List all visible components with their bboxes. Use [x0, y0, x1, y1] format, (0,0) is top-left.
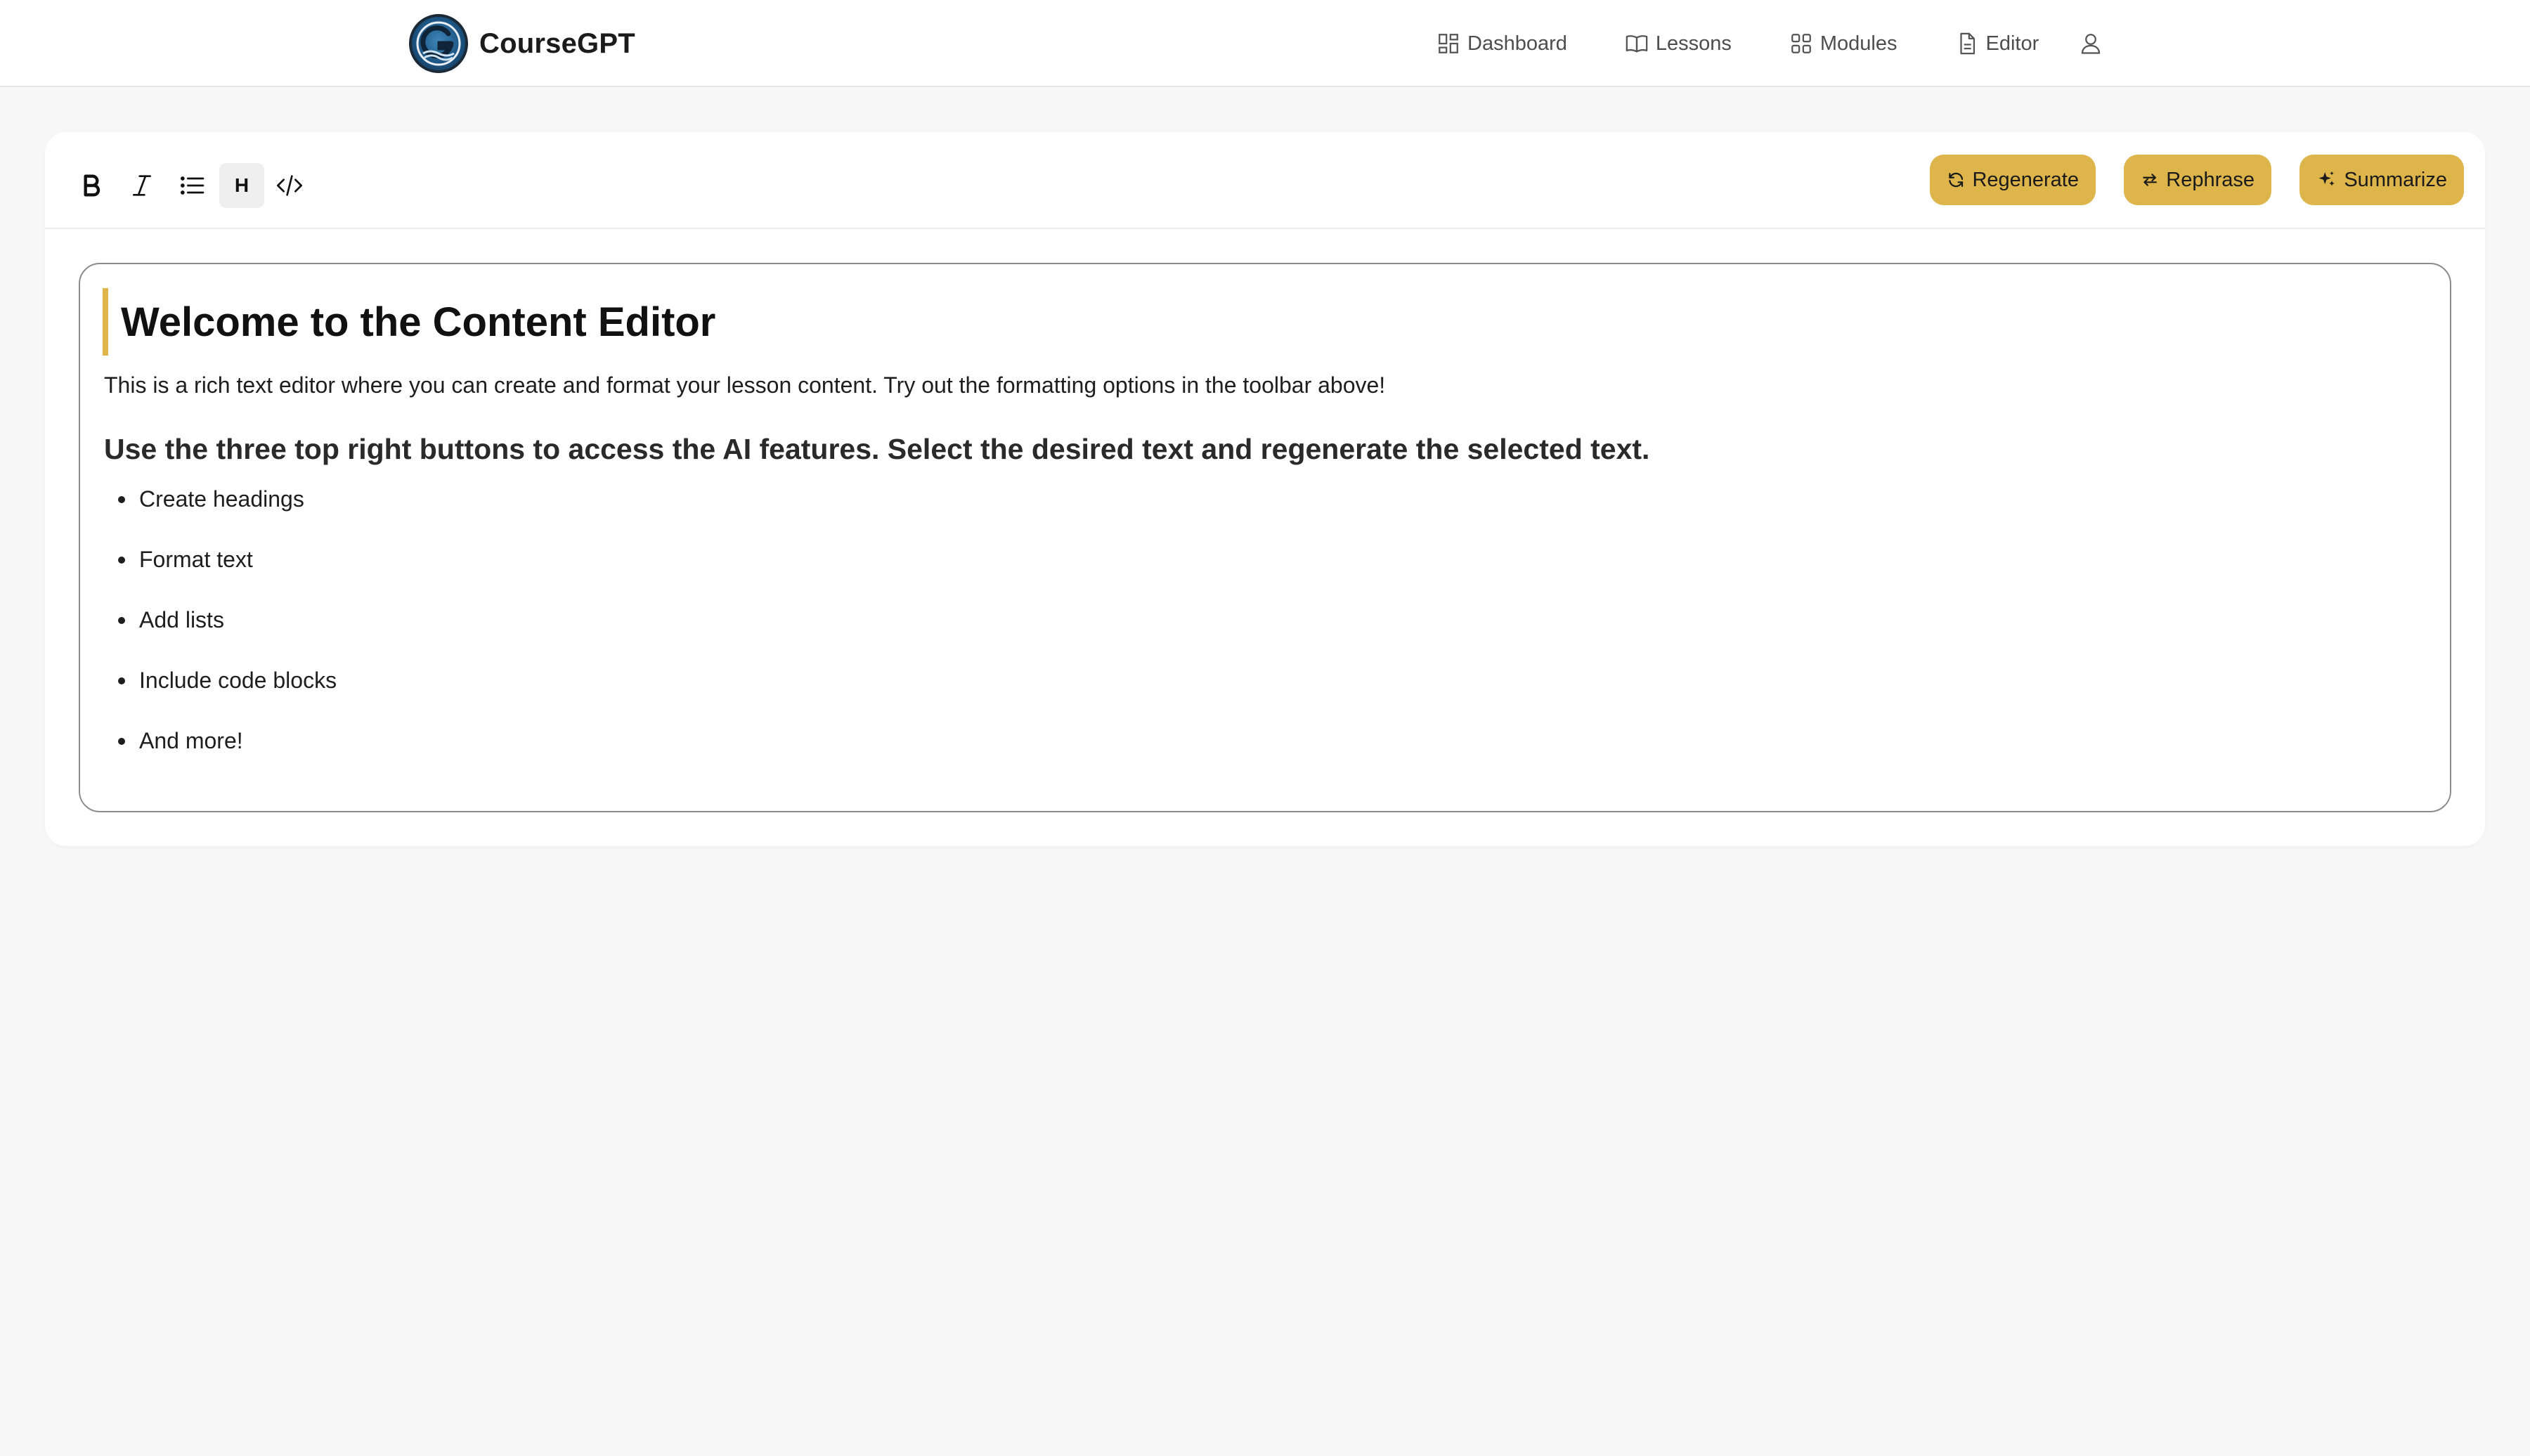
coursegpt-logo-icon [409, 14, 468, 73]
bullet-list-button[interactable] [170, 163, 215, 208]
grid-icon [1791, 34, 1811, 53]
bold-icon [84, 174, 100, 197]
swap-icon [2143, 174, 2157, 186]
bold-button[interactable] [69, 163, 114, 208]
editor-paragraph[interactable]: This is a rich text editor where you can… [104, 372, 1385, 398]
top-navigation-bar: CourseGPT Dashboard Lessons Modules Edit… [0, 0, 2530, 87]
editor-bullet-list: Create headings Format text Add lists In… [117, 483, 337, 786]
summarize-label: Summarize [2344, 168, 2447, 191]
sparkles-icon [2318, 171, 2335, 186]
brand-name: CourseGPT [479, 27, 635, 59]
main-nav: Dashboard Lessons Modules Editor [1436, 24, 2103, 63]
rephrase-button[interactable]: Rephrase [2124, 155, 2271, 205]
summarize-button[interactable]: Summarize [2299, 155, 2464, 205]
nav-item-dashboard[interactable]: Dashboard [1436, 32, 1567, 56]
regenerate-label: Regenerate [1972, 168, 2079, 191]
nav-item-label: Editor [1985, 32, 2039, 55]
nav-item-label: Modules [1819, 32, 1897, 55]
list-item[interactable]: Format text [117, 544, 337, 604]
nav-item-label: Dashboard [1467, 32, 1567, 55]
heading-button[interactable]: H [219, 163, 264, 208]
italic-button[interactable] [119, 163, 164, 208]
list-icon [180, 176, 205, 195]
rephrase-label: Rephrase [2166, 168, 2255, 191]
list-item[interactable]: Create headings [117, 483, 337, 544]
list-item[interactable]: Add lists [117, 604, 337, 665]
italic-icon [133, 175, 151, 196]
editor-toolbar: H Regenerate Rephrase Summarize [45, 132, 2485, 229]
regenerate-button[interactable]: Regenerate [1930, 155, 2096, 205]
dashboard-icon [1439, 34, 1458, 53]
nav-item-lessons[interactable]: Lessons [1625, 32, 1732, 56]
nav-item-editor[interactable]: Editor [1955, 32, 2039, 56]
rich-text-editor[interactable]: Welcome to the Content Editor This is a … [79, 263, 2451, 812]
document-icon [1959, 32, 1975, 55]
nav-item-label: Lessons [1655, 32, 1732, 55]
heading-icon: H [234, 174, 249, 196]
refresh-icon [1949, 172, 1964, 188]
user-profile-button[interactable] [2078, 31, 2103, 56]
code-icon [277, 175, 302, 196]
nav-item-modules[interactable]: Modules [1789, 32, 1897, 56]
user-icon [2082, 34, 2101, 54]
code-button[interactable] [267, 163, 312, 208]
list-item[interactable]: Include code blocks [117, 665, 337, 725]
brand[interactable]: CourseGPT [409, 14, 635, 73]
editor-subheading[interactable]: Use the three top right buttons to acces… [104, 433, 1649, 466]
editor-card: H Regenerate Rephrase Summarize Welcome … [45, 132, 2485, 846]
editor-heading[interactable]: Welcome to the Content Editor [103, 288, 715, 356]
book-icon [1626, 35, 1648, 53]
list-item[interactable]: And more! [117, 725, 337, 786]
